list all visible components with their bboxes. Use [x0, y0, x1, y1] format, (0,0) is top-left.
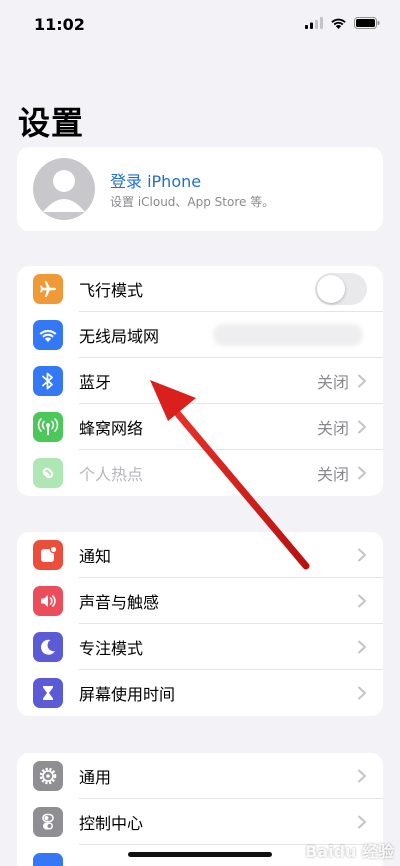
chevron-right-icon	[358, 815, 366, 829]
row-airplane-mode: 飞行模式	[17, 266, 383, 312]
chevron-right-icon	[358, 420, 366, 434]
bluetooth-status: 关闭	[316, 373, 349, 392]
row-wifi[interactable]: 无线局域网	[17, 312, 383, 358]
chevron-right-icon	[358, 466, 366, 480]
row-label: 声音与触感	[79, 593, 160, 612]
row-focus[interactable]: 专注模式	[17, 624, 383, 670]
row-label: 专注模式	[79, 639, 144, 658]
airplane-icon	[33, 274, 63, 304]
home-indicator[interactable]	[128, 852, 272, 857]
chevron-right-icon	[358, 686, 366, 700]
row-label: 屏幕使用时间	[79, 685, 176, 704]
watermark: Baidu 经验	[305, 842, 394, 861]
chevron-right-icon	[358, 374, 366, 388]
row-label: 控制中心	[79, 814, 144, 833]
toggles-icon	[33, 807, 63, 837]
row-label: 无线局域网	[79, 327, 160, 346]
status-bar: 11:02	[0, 0, 400, 50]
row-label: 个人热点	[79, 465, 144, 484]
row-bluetooth[interactable]: 蓝牙 关闭	[17, 358, 383, 404]
row-personal-hotspot[interactable]: 个人热点 关闭	[17, 450, 383, 496]
row-label: 通知	[79, 547, 112, 566]
chevron-right-icon	[358, 548, 366, 562]
bluetooth-icon	[33, 366, 63, 396]
display-icon	[33, 853, 63, 866]
cellular-icon	[33, 412, 63, 442]
hotspot-icon	[33, 458, 63, 488]
row-label: 蜂窝网络	[79, 419, 144, 438]
page-title: 设置	[18, 104, 85, 142]
row-cellular[interactable]: 蜂窝网络 关闭	[17, 404, 383, 450]
apple-id-signin-card[interactable]: 登录 iPhone 设置 iCloud、App Store 等。	[17, 147, 383, 231]
row-label: 飞行模式	[79, 281, 144, 300]
row-general[interactable]: 通用	[17, 753, 383, 799]
row-notifications[interactable]: 通知	[17, 532, 383, 578]
battery-icon	[354, 17, 380, 29]
status-time: 11:02	[34, 15, 85, 34]
wifi-icon	[33, 320, 63, 350]
chevron-right-icon	[358, 769, 366, 783]
sound-icon	[33, 586, 63, 616]
signin-title: 登录 iPhone	[110, 172, 202, 191]
airplane-mode-toggle[interactable]	[315, 273, 367, 305]
chevron-right-icon	[358, 594, 366, 608]
connectivity-section: 飞行模式 无线局域网 蓝牙 关闭 蜂窝网络 关闭 个人热点 关闭	[17, 266, 383, 496]
signin-subtitle: 设置 iCloud、App Store 等。	[110, 195, 275, 209]
hotspot-status: 关闭	[316, 465, 349, 484]
person-icon	[43, 170, 85, 212]
moon-icon	[33, 632, 63, 662]
status-icons	[305, 17, 380, 29]
row-label: 蓝牙	[79, 373, 112, 392]
wifi-network-blurred	[213, 324, 363, 346]
row-sounds-haptics[interactable]: 声音与触感	[17, 578, 383, 624]
hourglass-icon	[33, 678, 63, 708]
row-label: 通用	[79, 768, 112, 787]
avatar	[33, 158, 95, 220]
notification-bell-icon	[33, 540, 63, 570]
signal-icon	[305, 17, 323, 29]
cellular-status: 关闭	[316, 419, 349, 438]
wifi-status-icon	[331, 18, 346, 29]
gear-icon	[33, 761, 63, 791]
notifications-section: 通知 声音与触感 专注模式 屏幕使用时间	[17, 532, 383, 716]
chevron-right-icon	[358, 640, 366, 654]
row-screen-time[interactable]: 屏幕使用时间	[17, 670, 383, 716]
